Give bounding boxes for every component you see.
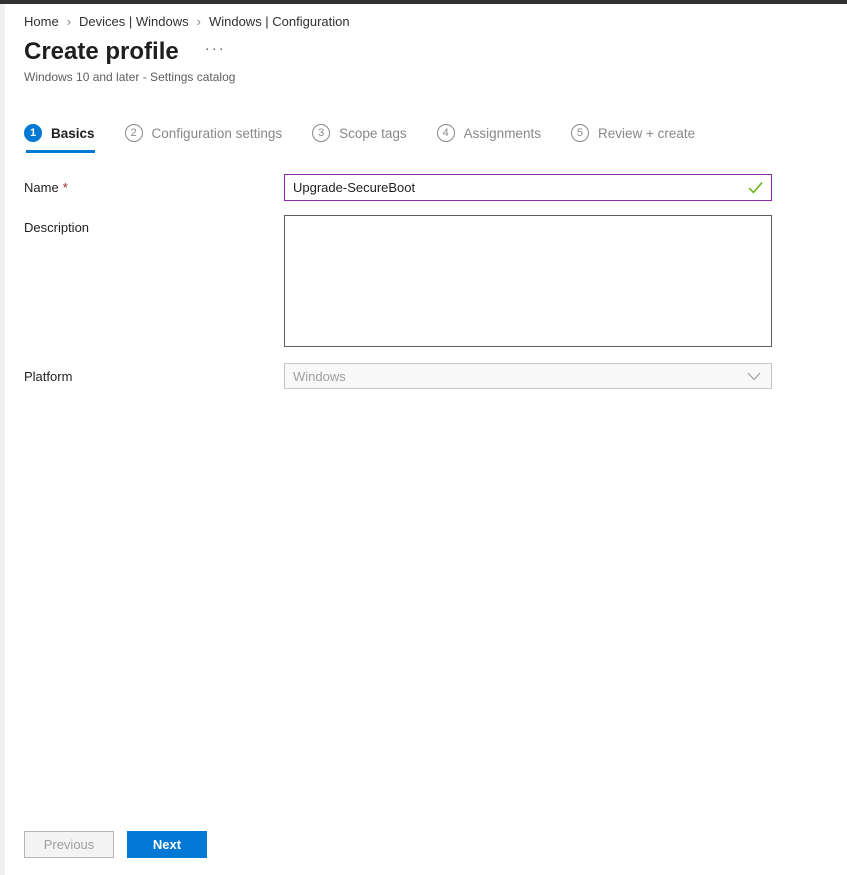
wizard-steps: 1 Basics 2 Configuration settings 3 Scop…: [24, 124, 823, 154]
platform-control: Windows: [284, 363, 772, 390]
step-number-badge: 2: [124, 124, 143, 143]
platform-label: Platform: [24, 369, 73, 385]
step-number-badge: 5: [570, 124, 589, 143]
step-scope-tags[interactable]: 3 Scope tags: [312, 124, 407, 144]
name-control: [284, 174, 772, 202]
previous-button[interactable]: Previous: [24, 831, 114, 858]
breadcrumb-windows-configuration[interactable]: Windows | Configuration: [209, 14, 350, 29]
chevron-down-icon: [747, 369, 761, 384]
name-label: Name *: [24, 174, 284, 201]
page-header: Create profile ···: [24, 38, 823, 65]
step-basics[interactable]: 1 Basics: [24, 124, 95, 154]
next-button[interactable]: Next: [127, 831, 207, 858]
left-edge-strip: [0, 4, 5, 875]
description-textarea[interactable]: [284, 215, 772, 348]
basics-form: Name* Description Platform Windows: [24, 174, 823, 390]
step-label: Configuration settings: [151, 125, 283, 141]
breadcrumb-home[interactable]: Home: [24, 14, 59, 29]
required-marker: *: [62, 180, 68, 196]
create-profile-page: Home › Devices | Windows › Windows | Con…: [0, 4, 847, 858]
platform-field-row: Platform Windows: [24, 363, 823, 390]
step-label: Basics: [51, 125, 95, 141]
breadcrumb-separator: ›: [196, 14, 201, 29]
platform-selected-value: Windows: [293, 368, 346, 384]
more-menu-button[interactable]: ···: [205, 41, 226, 56]
name-label-text: Name: [24, 180, 59, 196]
step-number-badge: 1: [24, 124, 42, 143]
step-label: Scope tags: [339, 125, 407, 141]
breadcrumb-devices-windows[interactable]: Devices | Windows: [79, 14, 189, 29]
step-number-badge: 4: [436, 124, 455, 143]
page-title: Create profile: [24, 38, 179, 65]
step-assignments[interactable]: 4 Assignments: [436, 124, 541, 144]
description-field-row: Description: [24, 215, 823, 348]
name-input[interactable]: [284, 174, 772, 202]
step-review-create[interactable]: 5 Review + create: [570, 124, 696, 144]
name-field-row: Name *: [24, 174, 823, 202]
step-label: Assignments: [463, 125, 541, 141]
breadcrumb: Home › Devices | Windows › Windows | Con…: [24, 14, 823, 29]
description-label: Description: [24, 220, 90, 236]
platform-dropdown: Windows: [284, 363, 772, 390]
wizard-footer: Previous Next: [24, 831, 207, 858]
description-control: [284, 215, 772, 348]
page-subtitle: Windows 10 and later - Settings catalog: [24, 70, 236, 85]
step-number-badge: 3: [312, 124, 331, 143]
step-configuration-settings[interactable]: 2 Configuration settings: [124, 124, 283, 144]
breadcrumb-separator: ›: [66, 14, 72, 29]
step-label: Review + create: [597, 125, 696, 141]
